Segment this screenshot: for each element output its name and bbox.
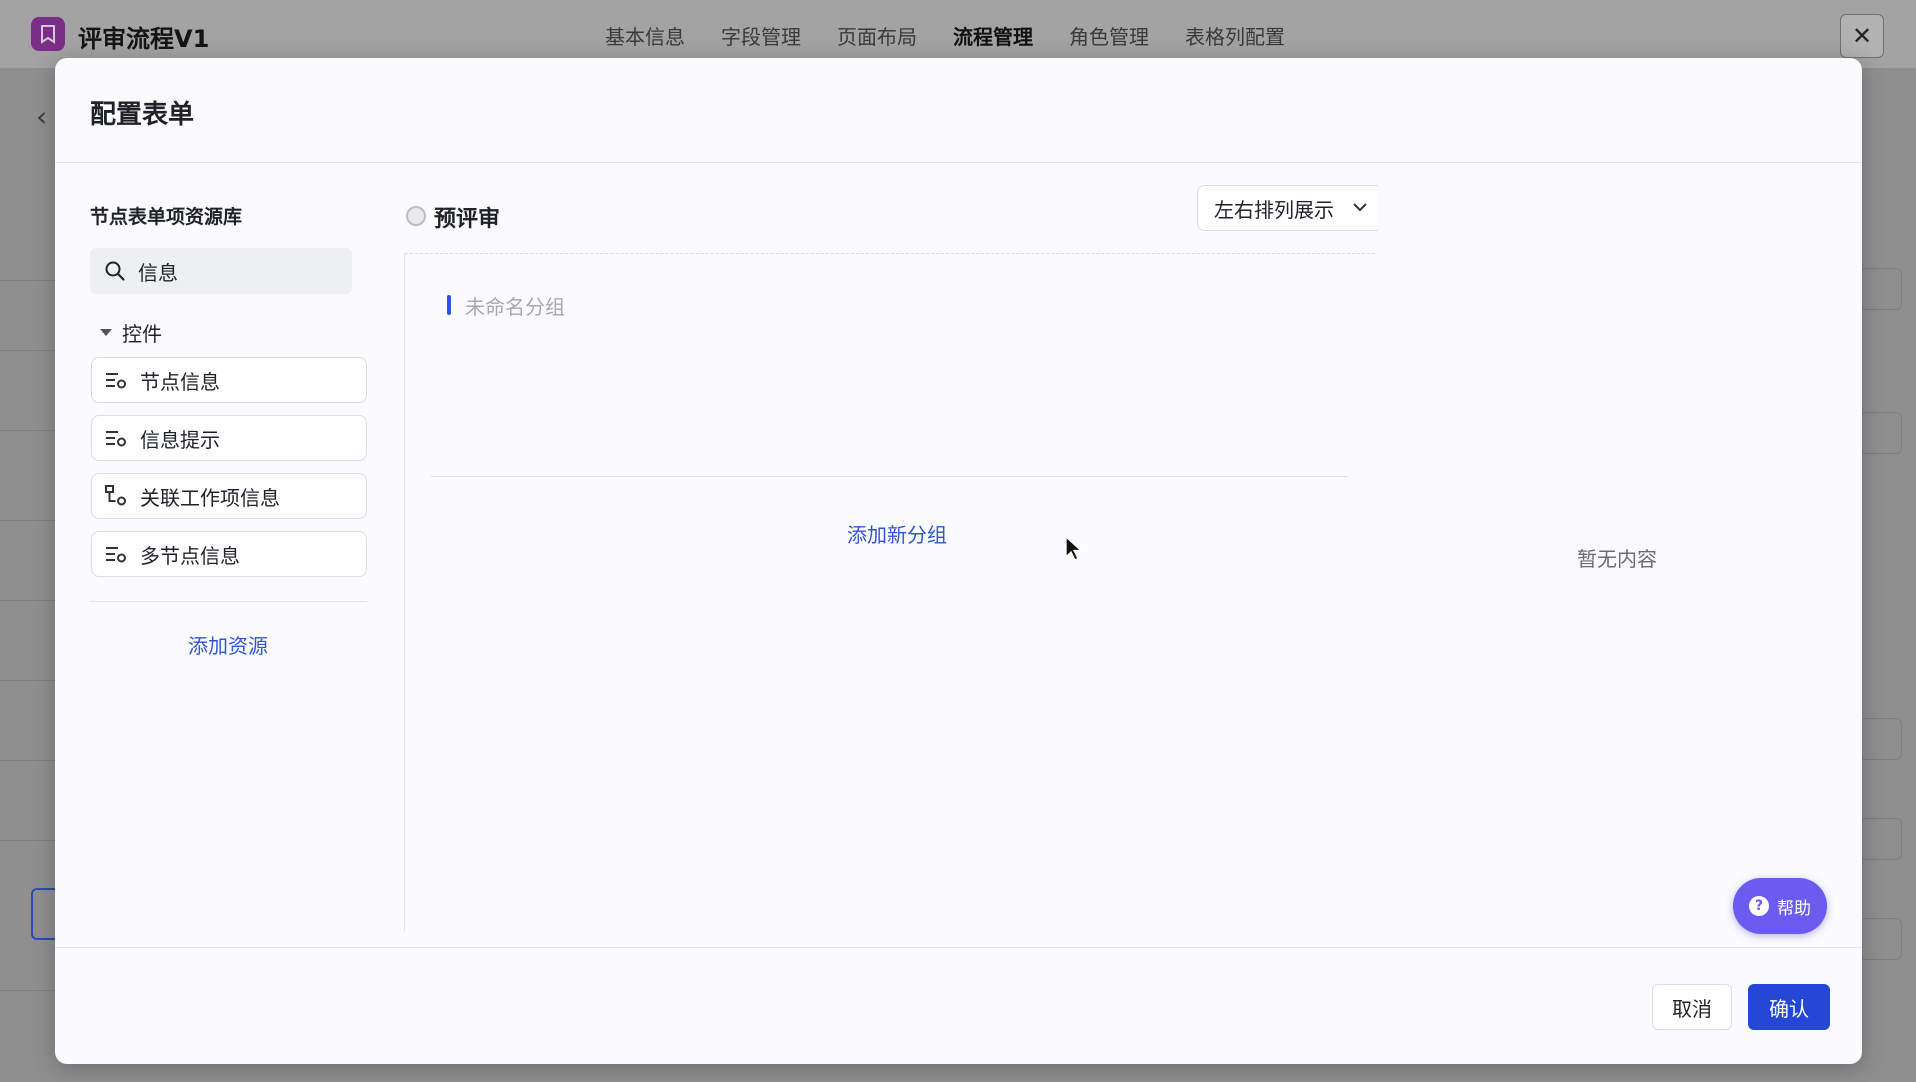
help-button[interactable]: ? 帮助 [1733,878,1827,934]
help-label: 帮助 [1777,898,1811,919]
node-name: 预评审 [434,207,501,232]
divider [430,476,1348,477]
search-input[interactable] [136,258,340,284]
bg-field-box [1860,412,1902,454]
chevron-down-icon [1353,203,1367,212]
tab-page-layout[interactable]: 页面布局 [837,21,917,50]
divider [55,162,1862,163]
node-radio[interactable] [406,206,426,226]
resource-item-label: 多节点信息 [140,543,240,568]
form-settings-icon [106,431,126,447]
group-label: 控件 [122,322,162,346]
resource-item-label: 关联工作项信息 [140,485,280,510]
bg-selected-box [31,888,57,940]
bg-divider [0,520,55,521]
divider [90,601,367,602]
divider [404,253,405,931]
tab-process-management[interactable]: 流程管理 [953,21,1033,50]
library-title: 节点表单项资源库 [90,206,243,228]
back-chevron-icon: ‹ [36,100,48,133]
layout-select-value: 左右排列展示 [1214,197,1334,222]
app-logo-icon [31,17,65,51]
caret-down-icon [100,329,112,336]
related-settings-icon [105,485,126,506]
form-settings-icon [106,373,126,389]
resource-item-node-info[interactable]: 节点信息 [91,357,367,403]
config-form-modal: 配置表单 节点表单项资源库 控件 节点信息 信息提示 关联工作项信息 多节点信息… [55,58,1862,1064]
form-settings-icon [106,547,126,563]
layout-select[interactable]: 左右排列展示 [1197,185,1378,231]
bg-divider [0,600,55,601]
app-title: 评审流程V1 [78,25,210,53]
resource-item-label: 节点信息 [140,369,220,394]
search-box[interactable] [90,248,352,294]
tab-table-column-config[interactable]: 表格列配置 [1185,21,1285,50]
add-group-link[interactable]: 添加新分组 [847,519,947,548]
group-indicator [447,295,451,315]
confirm-button[interactable]: 确认 [1748,984,1830,1030]
group-name[interactable]: 未命名分组 [465,291,565,320]
question-icon: ? [1749,896,1769,916]
bg-field-box [1860,718,1902,760]
bg-field-box [1860,818,1902,860]
bg-divider [0,350,55,351]
resource-item-label: 信息提示 [140,427,220,452]
tab-role-management[interactable]: 角色管理 [1069,21,1149,50]
bg-divider [0,280,55,281]
resource-item-related-work-item[interactable]: 关联工作项信息 [91,473,367,519]
header-tabs: 基本信息 字段管理 页面布局 流程管理 角色管理 表格列配置 [605,21,1285,50]
bg-field-box [1860,918,1902,960]
modal-title: 配置表单 [90,100,195,130]
bg-divider [0,430,55,431]
controls-group-toggle[interactable]: 控件 [100,318,162,347]
resource-item-multi-node-info[interactable]: 多节点信息 [91,531,367,577]
tab-field-management[interactable]: 字段管理 [721,21,801,50]
bg-divider [0,680,55,681]
mouse-cursor-icon [1065,536,1083,561]
bg-divider [0,760,55,761]
tab-basic-info[interactable]: 基本信息 [605,21,685,50]
resource-item-info-tip[interactable]: 信息提示 [91,415,367,461]
close-icon[interactable]: ✕ [1840,14,1884,58]
search-icon [105,261,125,281]
divider [55,947,1862,948]
bg-field-box [1860,268,1902,310]
bg-divider [0,840,55,841]
empty-state-text: 暂无内容 [1577,547,1657,571]
cancel-button[interactable]: 取消 [1652,984,1732,1030]
bg-divider [0,990,55,991]
add-resource-link[interactable]: 添加资源 [188,630,268,659]
form-canvas-border [405,253,1375,255]
